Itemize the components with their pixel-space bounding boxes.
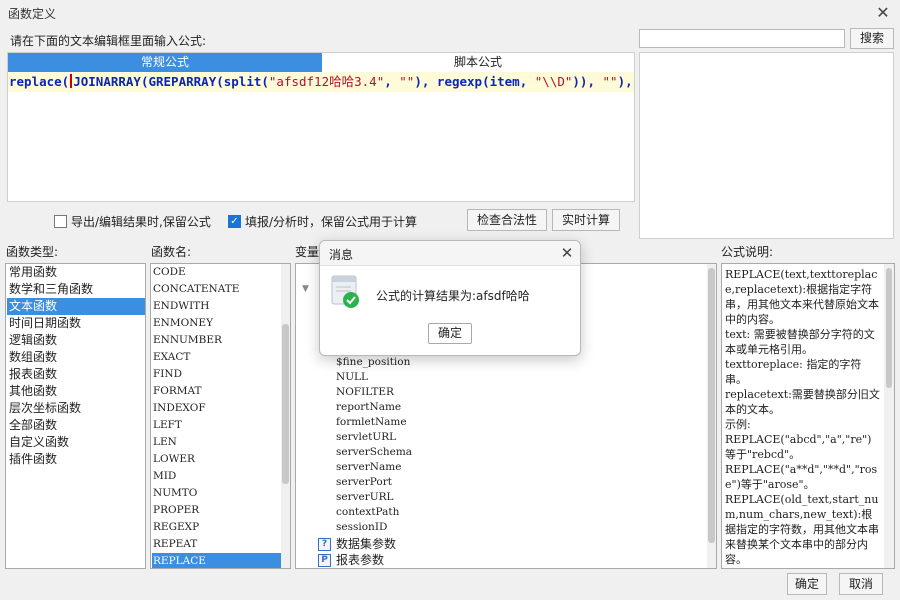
list-item[interactable]: EXACT xyxy=(152,349,281,366)
variable-item[interactable]: contextPath xyxy=(336,505,399,520)
variables-scrollbar[interactable] xyxy=(707,264,716,568)
variable-item[interactable]: reportName xyxy=(336,400,401,415)
cancel-button[interactable]: 取消 xyxy=(839,573,883,595)
list-item[interactable]: 数学和三角函数 xyxy=(7,281,145,298)
list-item[interactable]: NUMTO xyxy=(152,485,281,502)
function-names-scrollbar[interactable] xyxy=(281,264,290,568)
function-names-label: 函数名: xyxy=(151,245,192,259)
list-item[interactable]: INDEXOF xyxy=(152,400,281,417)
list-item[interactable]: LOWER xyxy=(152,451,281,468)
list-item[interactable]: 自定义函数 xyxy=(7,434,145,451)
list-item[interactable]: PROPER xyxy=(152,502,281,519)
window-close-icon[interactable]: ✕ xyxy=(872,2,894,24)
description-scrollbar[interactable] xyxy=(884,264,894,568)
keep-formula-fill-label: 填报/分析时，保留公式用于计算 xyxy=(245,215,418,229)
dialog-message: 公式的计算结果为:afsdf哈哈 xyxy=(376,289,530,303)
list-item[interactable]: 报表函数 xyxy=(7,366,145,383)
list-item[interactable]: MID xyxy=(152,468,281,485)
success-document-icon xyxy=(331,275,359,308)
dialog-close-icon[interactable]: ✕ xyxy=(558,243,576,263)
search-results-panel xyxy=(639,52,894,239)
list-item[interactable]: REPEAT xyxy=(152,536,281,553)
variable-item[interactable]: serverPort xyxy=(336,475,392,490)
list-item[interactable]: CONCATENATE xyxy=(152,281,281,298)
formula-text[interactable]: replace(JOINARRAY(GREPARRAY(split("afsdf… xyxy=(8,72,634,92)
keep-formula-export-checkbox[interactable] xyxy=(54,215,67,228)
list-item[interactable]: 文本函数 xyxy=(7,298,145,315)
formula-description: REPLACE(text,texttoreplace,replacetext):… xyxy=(721,263,895,569)
list-item[interactable]: 数组函数 xyxy=(7,349,145,366)
variable-item[interactable]: formletName xyxy=(336,415,407,430)
dialog-ok-button[interactable]: 确定 xyxy=(428,323,472,344)
list-item[interactable]: 逻辑函数 xyxy=(7,332,145,349)
dataset-params-icon: ? xyxy=(318,538,331,551)
list-item[interactable]: 常用函数 xyxy=(7,264,145,281)
keep-formula-export-label: 导出/编辑结果时,保留公式 xyxy=(71,215,211,229)
list-item[interactable]: CODE xyxy=(152,264,281,281)
variable-item[interactable]: $fine_position xyxy=(336,355,410,370)
list-item[interactable]: REPLACE xyxy=(152,553,281,568)
scrollbar-thumb[interactable] xyxy=(886,268,892,388)
description-text: REPLACE(text,texttoreplace,replacetext):… xyxy=(725,268,880,566)
tab-normal-formula[interactable]: 常规公式 xyxy=(8,53,322,72)
list-item[interactable]: 层次坐标函数 xyxy=(7,400,145,417)
tree-node-dataset-params[interactable]: 数据集参数 xyxy=(336,536,396,552)
list-item[interactable]: 其他函数 xyxy=(7,383,145,400)
dialog-title: 消息 xyxy=(329,248,354,262)
list-item[interactable]: ENMONEY xyxy=(152,315,281,332)
variable-item[interactable]: NOFILTER xyxy=(336,385,394,400)
variables-label: 变量 xyxy=(295,245,320,259)
description-label: 公式说明: xyxy=(721,245,774,259)
scrollbar-thumb[interactable] xyxy=(282,324,289,484)
search-button[interactable]: 搜索 xyxy=(850,28,894,49)
report-params-icon: P xyxy=(318,554,331,567)
variable-item[interactable]: NULL xyxy=(336,370,368,385)
list-item[interactable]: 插件函数 xyxy=(7,451,145,468)
window-title: 函数定义 xyxy=(8,7,57,21)
list-item[interactable]: ENDWITH xyxy=(152,298,281,315)
editor-prompt: 请在下面的文本编辑框里面输入公式: xyxy=(10,34,207,48)
dialog-titlebar xyxy=(320,241,580,266)
variable-item[interactable]: serverName xyxy=(336,460,401,475)
scrollbar-thumb[interactable] xyxy=(708,268,715,543)
tab-script-formula[interactable]: 脚本公式 xyxy=(322,53,634,72)
window-titlebar xyxy=(0,0,900,26)
search-input[interactable] xyxy=(639,29,845,48)
list-item[interactable]: REGEXP xyxy=(152,519,281,536)
list-item[interactable]: LEN xyxy=(152,434,281,451)
ok-button[interactable]: 确定 xyxy=(787,573,827,595)
text-cursor xyxy=(70,74,73,88)
list-item[interactable]: 时间日期函数 xyxy=(7,315,145,332)
function-types-list[interactable]: 常用函数 数学和三角函数 文本函数 时间日期函数 逻辑函数 数组函数 报表函数 … xyxy=(5,263,146,569)
list-item[interactable]: FIND xyxy=(152,366,281,383)
list-item[interactable]: ENNUMBER xyxy=(152,332,281,349)
keep-formula-fill-checkbox[interactable]: ✓ xyxy=(228,215,241,228)
check-validity-button[interactable]: 检查合法性 xyxy=(467,209,547,231)
list-item[interactable]: 全部函数 xyxy=(7,417,145,434)
realtime-calc-button[interactable]: 实时计算 xyxy=(552,209,620,231)
list-item[interactable]: LEFT xyxy=(152,417,281,434)
list-item[interactable]: FORMAT xyxy=(152,383,281,400)
tree-node-report-params[interactable]: 报表参数 xyxy=(336,552,384,568)
variable-item[interactable]: serverURL xyxy=(336,490,394,505)
variable-item[interactable]: serverSchema xyxy=(336,445,412,460)
formula-editor[interactable]: 常规公式 脚本公式 replace(JOINARRAY(GREPARRAY(sp… xyxy=(7,52,635,202)
function-names-list[interactable]: CODE CONCATENATE ENDWITH ENMONEY ENNUMBE… xyxy=(150,263,291,569)
variable-item[interactable]: sessionID xyxy=(336,520,387,535)
message-dialog: 消息 ✕ 公式的计算结果为:afsdf哈哈 确定 xyxy=(319,240,581,356)
function-types-label: 函数类型: xyxy=(6,245,59,259)
variable-item[interactable]: servletURL xyxy=(336,430,396,445)
tree-expand-icon[interactable]: ▼ xyxy=(302,284,309,294)
